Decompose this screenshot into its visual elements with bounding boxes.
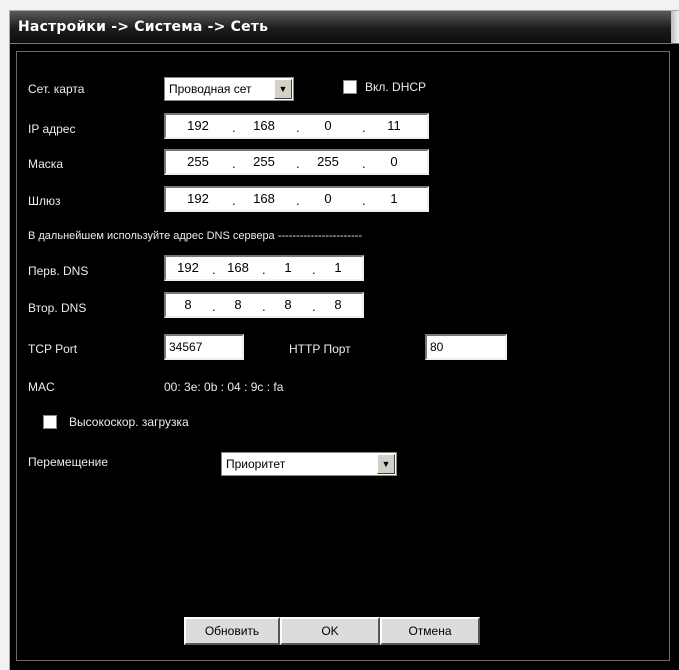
mask-octet[interactable]: 255 bbox=[308, 154, 348, 169]
ip-octet[interactable]: 192 bbox=[178, 118, 218, 133]
octet-separator: . bbox=[212, 299, 216, 314]
mask-octet[interactable]: 255 bbox=[178, 154, 218, 169]
octet-separator: . bbox=[362, 193, 366, 208]
octet-separator: . bbox=[212, 262, 216, 277]
high-speed-download-label: Высокоскор. загрузка bbox=[69, 415, 189, 429]
tcp-port-label: TCP Port bbox=[28, 342, 78, 356]
transfer-label: Перемещение bbox=[28, 455, 108, 469]
dns-octet[interactable]: 192 bbox=[170, 260, 206, 275]
title-bar-edge bbox=[671, 11, 679, 43]
high-speed-download-checkbox[interactable] bbox=[43, 415, 57, 429]
ip-address-label: IP адрес bbox=[28, 122, 76, 136]
window-title: Настройки -> Система -> Сеть bbox=[18, 19, 269, 35]
octet-separator: . bbox=[232, 156, 236, 171]
dns-octet[interactable]: 168 bbox=[220, 260, 256, 275]
network-card-label: Сет. карта bbox=[28, 82, 85, 96]
chevron-down-icon[interactable]: ▼ bbox=[274, 79, 292, 99]
http-port-input[interactable]: 80 bbox=[425, 334, 507, 360]
title-bar: Настройки -> Система -> Сеть bbox=[10, 11, 679, 44]
ok-button[interactable]: OK bbox=[280, 617, 380, 645]
octet-separator: . bbox=[296, 193, 300, 208]
ip-octet[interactable]: 168 bbox=[244, 118, 284, 133]
settings-panel: Сет. карта Проводная сет ▼ Вкл. DHCP IP … bbox=[16, 51, 670, 661]
dns-octet[interactable]: 8 bbox=[170, 297, 206, 312]
gateway-octet[interactable]: 1 bbox=[374, 191, 414, 206]
dns-octet[interactable]: 8 bbox=[220, 297, 256, 312]
ip-address-field[interactable]: 192 . 168 . 0 . 11 bbox=[164, 113, 429, 139]
transfer-select[interactable]: Приоритет ▼ bbox=[221, 452, 397, 476]
dns-octet[interactable]: 1 bbox=[320, 260, 356, 275]
octet-separator: . bbox=[262, 262, 266, 277]
secondary-dns-field[interactable]: 8 . 8 . 8 . 8 bbox=[164, 292, 364, 318]
primary-dns-label: Перв. DNS bbox=[28, 264, 89, 278]
mask-octet[interactable]: 255 bbox=[244, 154, 284, 169]
network-settings-dialog: Настройки -> Система -> Сеть Сет. карта … bbox=[9, 10, 679, 670]
gateway-octet[interactable]: 192 bbox=[178, 191, 218, 206]
network-card-value: Проводная сет bbox=[169, 82, 252, 96]
dhcp-checkbox[interactable] bbox=[343, 80, 357, 94]
octet-separator: . bbox=[262, 299, 266, 314]
octet-separator: . bbox=[362, 120, 366, 135]
gateway-label: Шлюз bbox=[28, 194, 61, 208]
transfer-value: Приоритет bbox=[226, 457, 286, 471]
gateway-field[interactable]: 192 . 168 . 0 . 1 bbox=[164, 186, 429, 212]
gateway-octet[interactable]: 168 bbox=[244, 191, 284, 206]
octet-separator: . bbox=[312, 299, 316, 314]
dhcp-label: Вкл. DHCP bbox=[365, 80, 427, 94]
ip-octet[interactable]: 11 bbox=[374, 118, 414, 133]
octet-separator: . bbox=[232, 193, 236, 208]
octet-separator: . bbox=[312, 262, 316, 277]
chevron-down-icon[interactable]: ▼ bbox=[377, 454, 395, 474]
mask-field[interactable]: 255 . 255 . 255 . 0 bbox=[164, 149, 429, 175]
mask-label: Маска bbox=[28, 157, 63, 171]
dns-hint-text: В дальнейшем используйте адрес DNS серве… bbox=[28, 230, 362, 242]
http-port-label: HTTP Порт bbox=[289, 342, 351, 356]
dns-octet[interactable]: 1 bbox=[270, 260, 306, 275]
dns-octet[interactable]: 8 bbox=[270, 297, 306, 312]
primary-dns-field[interactable]: 192 . 168 . 1 . 1 bbox=[164, 255, 364, 281]
gateway-octet[interactable]: 0 bbox=[308, 191, 348, 206]
network-card-select[interactable]: Проводная сет ▼ bbox=[164, 77, 294, 101]
secondary-dns-label: Втор. DNS bbox=[28, 301, 87, 315]
mac-label: MAC bbox=[28, 380, 55, 394]
octet-separator: . bbox=[232, 120, 236, 135]
octet-separator: . bbox=[296, 120, 300, 135]
mask-octet[interactable]: 0 bbox=[374, 154, 414, 169]
cancel-button[interactable]: Отмена bbox=[380, 617, 480, 645]
octet-separator: . bbox=[296, 156, 300, 171]
tcp-port-input[interactable]: 34567 bbox=[164, 334, 244, 360]
octet-separator: . bbox=[362, 156, 366, 171]
dns-octet[interactable]: 8 bbox=[320, 297, 356, 312]
refresh-button[interactable]: Обновить bbox=[184, 617, 280, 645]
mac-value: 00: 3e: 0b : 04 : 9c : fa bbox=[164, 380, 284, 394]
ip-octet[interactable]: 0 bbox=[308, 118, 348, 133]
